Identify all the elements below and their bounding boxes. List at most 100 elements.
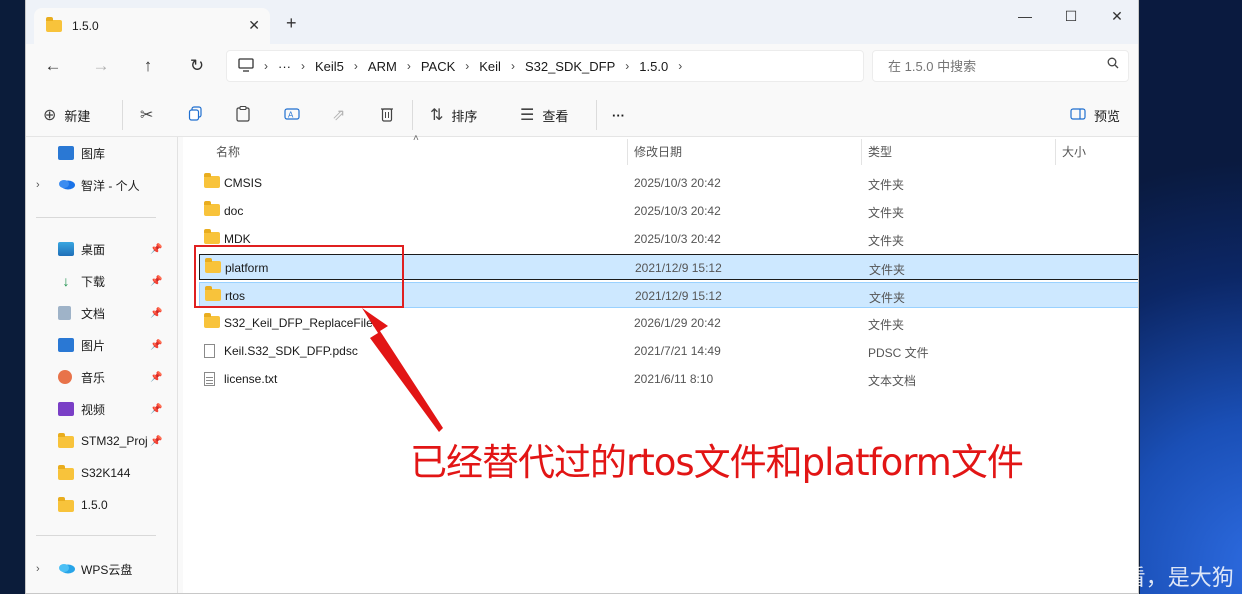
share-icon: ⇗ [332, 107, 346, 124]
cut-button[interactable]: ✂ [140, 104, 161, 126]
documents-icon [58, 306, 71, 320]
sort-ascending-icon: ˄ [413, 133, 419, 144]
table-row[interactable]: CMSIS 2025/10/3 20:42 文件夹 [199, 170, 1138, 196]
refresh-button[interactable]: ↻ [183, 54, 211, 78]
folder-icon [46, 17, 62, 32]
videos-icon [58, 402, 74, 416]
new-label: 新建 [64, 108, 91, 124]
file-icon [204, 344, 215, 361]
address-bar[interactable]: › ··· › Keil5 › ARM › PACK › Keil › S32_… [226, 50, 864, 82]
sidebar-item-s32k144[interactable]: S32K144 [26, 460, 166, 486]
svg-text:A: A [288, 110, 294, 119]
paste-icon [236, 105, 250, 125]
chevron-right-icon: › [678, 59, 683, 73]
pin-icon[interactable]: 📌 [150, 404, 162, 415]
breadcrumb-1-5-0[interactable]: 1.5.0 [639, 59, 668, 74]
up-button[interactable]: ↑ [134, 54, 162, 78]
sidebar-item-1-5-0[interactable]: 1.5.0 [26, 492, 166, 518]
trash-icon [380, 106, 394, 125]
tab-1-5-0[interactable]: 1.5.0 ✕ [34, 8, 270, 44]
breadcrumb-s32-sdk-dfp[interactable]: S32_SDK_DFP [525, 59, 615, 74]
sidebar-item-videos[interactable]: 视频 📌 [26, 396, 166, 422]
copy-button[interactable] [188, 104, 203, 126]
chevron-right-icon[interactable]: › [36, 563, 40, 575]
sidebar-item-documents[interactable]: 文档 📌 [26, 300, 166, 326]
new-tab-button[interactable]: + [286, 13, 297, 34]
breadcrumb-keil5[interactable]: Keil5 [315, 59, 344, 74]
file-explorer-window: 1.5.0 ✕ + — ☐ ✕ ← → ↑ ↻ › ··· › Keil5 › … [25, 0, 1139, 594]
sidebar-item-desktop[interactable]: 桌面 📌 [26, 236, 166, 262]
folder-icon [58, 497, 74, 512]
watermark: CSDN @看，是大狗 [1032, 566, 1234, 591]
annotation-text: 已经替代过的rtos文件和platform文件 [410, 441, 1024, 484]
preview-pane-icon [1070, 107, 1086, 123]
folder-icon [204, 173, 220, 191]
breadcrumb-pack[interactable]: PACK [421, 59, 455, 74]
chevron-right-icon[interactable]: › [36, 179, 40, 191]
sidebar-item-stm32-proj[interactable]: STM32_Proj 📌 [26, 428, 166, 454]
preview-button[interactable]: 预览 [1070, 104, 1120, 126]
annotation-highlight-box [194, 245, 404, 308]
sidebar-item-downloads[interactable]: ↓ 下载 📌 [26, 268, 166, 294]
maximize-button[interactable]: ☐ [1048, 8, 1094, 25]
title-bar: 1.5.0 ✕ + — ☐ ✕ [26, 0, 1138, 44]
text-file-icon [204, 372, 215, 389]
share-button[interactable]: ⇗ [332, 104, 353, 126]
rename-button[interactable]: A [284, 104, 300, 126]
search-icon [1107, 56, 1119, 72]
tab-close-icon[interactable]: ✕ [248, 17, 260, 34]
pictures-icon [58, 338, 74, 352]
search-box [872, 50, 1129, 82]
search-input[interactable] [886, 57, 1090, 75]
paste-button[interactable] [236, 104, 250, 126]
annotation-arrow [362, 308, 443, 432]
sort-label: 排序 [451, 108, 478, 124]
desktop-wallpaper [1140, 0, 1242, 594]
column-header-type[interactable]: 类型 [868, 137, 892, 165]
breadcrumb-keil[interactable]: Keil [479, 59, 501, 74]
column-header-date[interactable]: 修改日期 [634, 137, 682, 165]
tab-title: 1.5.0 [72, 19, 99, 33]
chevron-right-icon: › [465, 59, 470, 73]
view-button[interactable]: ☰ 查看 [520, 104, 568, 126]
pin-icon[interactable]: 📌 [150, 372, 162, 383]
chevron-right-icon: › [510, 59, 515, 73]
pin-icon[interactable]: 📌 [150, 436, 162, 447]
more-button[interactable]: ··· [612, 104, 625, 126]
navigation-pane-divider[interactable] [177, 137, 178, 593]
download-icon: ↓ [62, 273, 70, 289]
desktop-icon [58, 242, 74, 256]
back-button[interactable]: ← [39, 54, 67, 78]
address-row: ← → ↑ ↻ › ··· › Keil5 › ARM › PACK › Kei… [26, 44, 1138, 88]
column-header-name[interactable]: 名称 [216, 137, 240, 165]
copy-icon [188, 106, 203, 124]
sidebar-item-wps-cloud[interactable]: › WPS云盘 [26, 556, 166, 582]
sort-button[interactable]: ⇅ 排序 [430, 104, 477, 126]
breadcrumb-arm[interactable]: ARM [368, 59, 397, 74]
chevron-right-icon: › [353, 59, 358, 73]
file-list: ˄ 名称 修改日期 类型 大小 CMSIS 2025/10/3 20:42 文件… [183, 133, 1138, 593]
sidebar-item-pictures[interactable]: 图片 📌 [26, 332, 166, 358]
table-row[interactable]: doc 2025/10/3 20:42 文件夹 [199, 198, 1138, 224]
folder-icon [58, 465, 74, 480]
folder-icon [204, 201, 220, 219]
rename-icon: A [284, 106, 300, 125]
navigation-pane: 图库 › 智洋 - 个人 桌面 📌 ↓ 下载 📌 文档 📌 图片 📌 音乐 📌 … [26, 137, 176, 593]
sidebar-item-music[interactable]: 音乐 📌 [26, 364, 166, 390]
minimize-button[interactable]: — [1002, 8, 1048, 24]
breadcrumb-more[interactable]: ··· [278, 59, 291, 74]
pin-icon[interactable]: 📌 [150, 308, 162, 319]
column-header-size[interactable]: 大小 [1062, 137, 1086, 165]
pin-icon[interactable]: 📌 [150, 340, 162, 351]
delete-button[interactable] [380, 104, 394, 126]
sidebar-item-gallery[interactable]: 图库 [26, 140, 166, 166]
music-icon [58, 370, 72, 384]
pin-icon[interactable]: 📌 [150, 244, 162, 255]
sidebar-item-onedrive[interactable]: › 智洋 - 个人 [26, 172, 166, 198]
new-button[interactable]: ⊕ 新建 [43, 104, 90, 126]
forward-button[interactable]: → [87, 54, 115, 78]
chevron-right-icon: › [625, 59, 630, 73]
gallery-icon [58, 146, 74, 160]
pin-icon[interactable]: 📌 [150, 276, 162, 287]
close-button[interactable]: ✕ [1094, 8, 1138, 25]
